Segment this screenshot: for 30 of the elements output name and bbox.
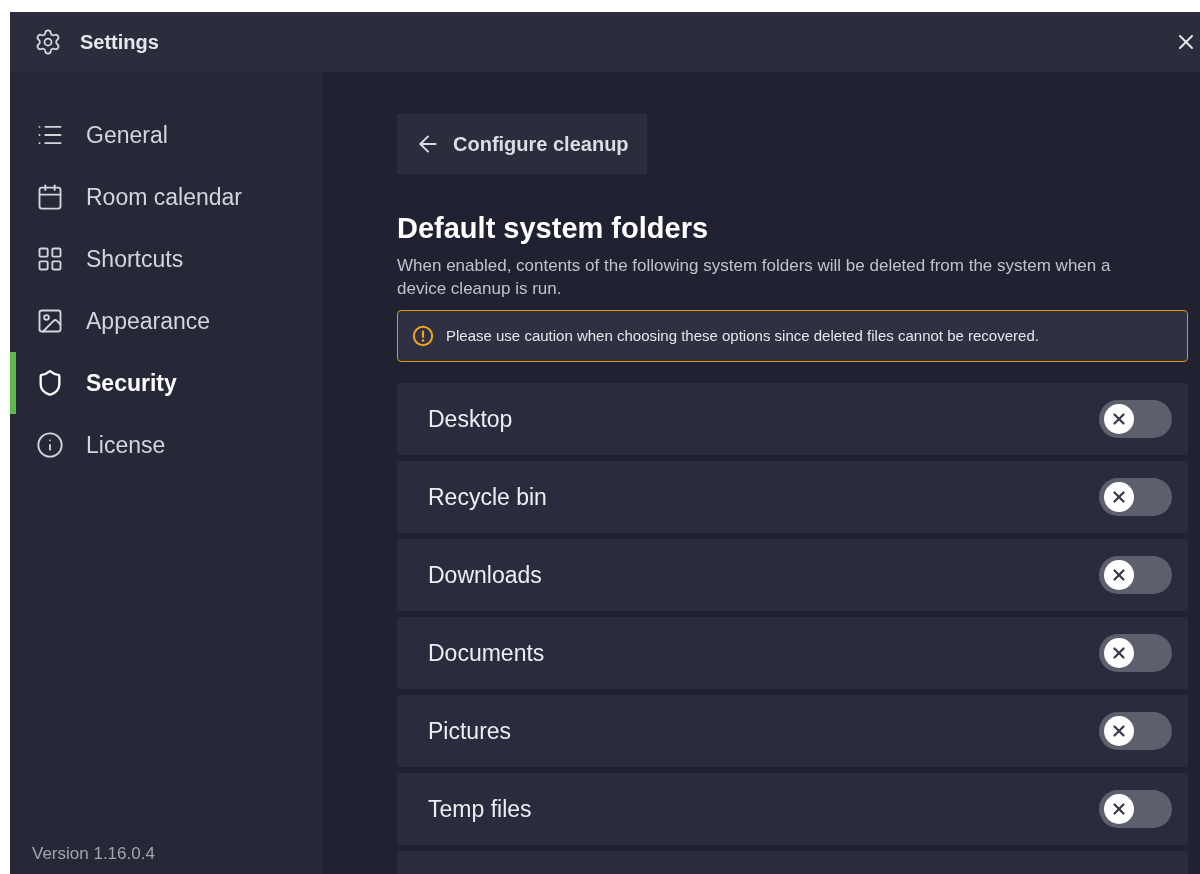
calendar-icon bbox=[36, 183, 64, 211]
section-heading: Default system folders bbox=[397, 211, 709, 246]
warning-icon bbox=[412, 325, 434, 348]
folder-label: Pictures bbox=[428, 717, 512, 746]
toggle-switch[interactable] bbox=[1099, 556, 1172, 595]
window-title: Settings bbox=[80, 30, 159, 55]
sidebar-item[interactable]: Security bbox=[10, 352, 323, 414]
sidebar-item[interactable]: Room calendar bbox=[10, 166, 323, 228]
sidebar-item[interactable]: License bbox=[10, 414, 323, 476]
sidebar-item[interactable]: Shortcuts bbox=[10, 228, 323, 290]
folder-label: Recycle bin bbox=[428, 483, 547, 512]
toggle-switch[interactable] bbox=[1099, 790, 1172, 829]
sidebar-item[interactable]: General bbox=[10, 104, 323, 166]
toggle-switch[interactable] bbox=[1099, 634, 1172, 673]
toggle-switch[interactable] bbox=[1099, 712, 1172, 751]
folder-label: Downloads bbox=[428, 561, 542, 590]
image-icon bbox=[36, 307, 64, 335]
info-icon bbox=[36, 431, 64, 459]
folder-label: Temp files bbox=[428, 795, 532, 824]
back-button[interactable]: Configure cleanup bbox=[397, 114, 647, 174]
warning-text: Please use caution when choosing these options since deleted files cannot be recovered. bbox=[446, 326, 1039, 346]
toggle-switch[interactable] bbox=[1099, 478, 1172, 517]
settings-icon bbox=[34, 28, 62, 56]
folder-label: Documents bbox=[428, 639, 545, 668]
version-label: Version 1.16.0.4 bbox=[31, 842, 156, 865]
toggle-switch[interactable] bbox=[1099, 400, 1172, 439]
sidebar-item[interactable]: Appearance bbox=[10, 290, 323, 352]
folder-label: Desktop bbox=[428, 405, 513, 434]
section-description: When enabled, contents of the following system folders will be deleted from the system when a device cleanup is run. bbox=[397, 255, 1112, 301]
grid-icon bbox=[36, 245, 64, 273]
